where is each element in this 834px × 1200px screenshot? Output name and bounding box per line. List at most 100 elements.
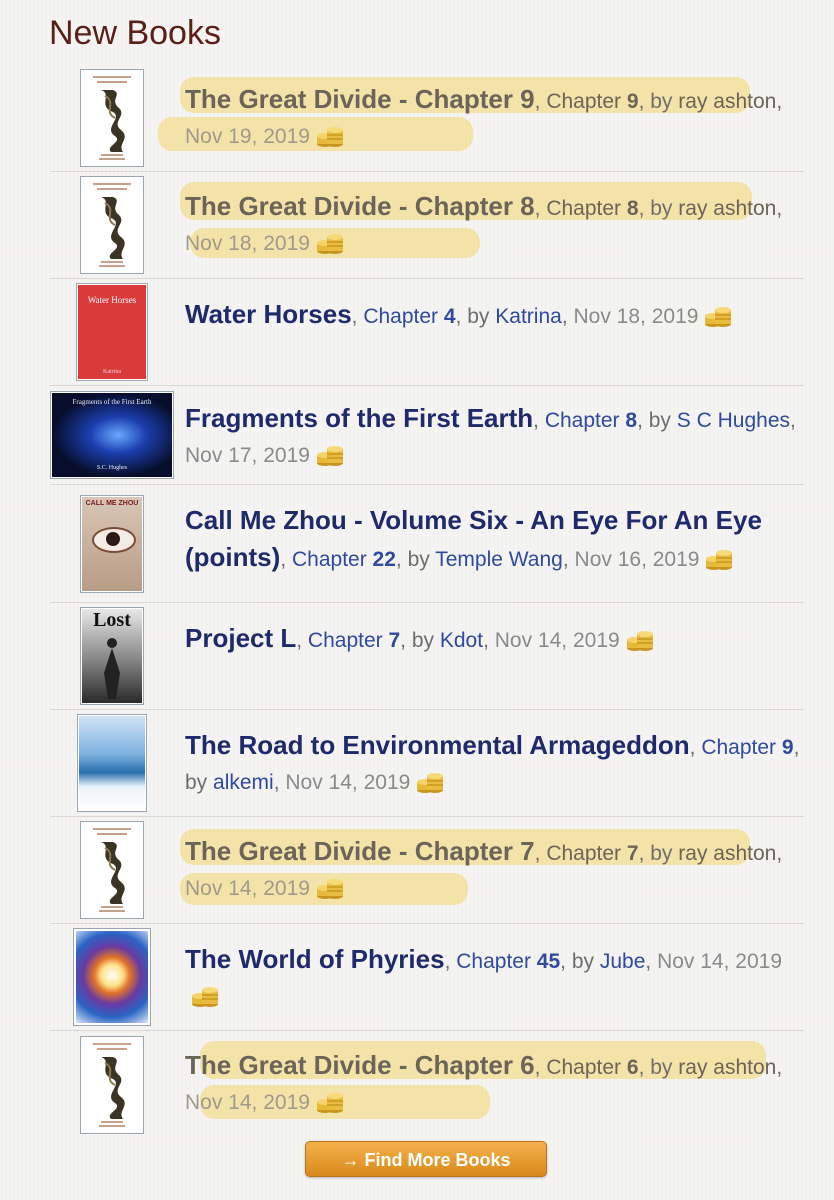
cover-author: Katrina	[103, 369, 121, 375]
gold-coins-icon	[316, 446, 343, 466]
gold-coins-icon	[316, 234, 343, 254]
book-title-link[interactable]: The Great Divide - Chapter 6	[185, 1050, 535, 1080]
gold-coins-icon	[417, 773, 444, 793]
chapter-number[interactable]: 9	[782, 736, 794, 759]
publish-date: Nov 14, 2019	[494, 629, 620, 652]
eye-icon	[92, 526, 136, 553]
page: New Books The Great Divide - Chapter 9, …	[0, 0, 834, 1200]
gold-coins-icon	[705, 307, 732, 327]
book-title-link[interactable]: The Great Divide - Chapter 9	[185, 84, 535, 114]
book-row: The Great Divide - Chapter 9, Chapter 9,…	[50, 65, 804, 172]
chapter-label[interactable]: Chapter	[546, 197, 621, 220]
chapter-label[interactable]: Chapter	[363, 305, 438, 328]
book-row: The Great Divide - Chapter 7, Chapter 7,…	[50, 817, 804, 924]
great-divide-cover-icon	[83, 179, 141, 271]
author-link[interactable]: alkemi	[213, 771, 274, 794]
by-label: by	[467, 305, 490, 328]
great-divide-cover-icon	[83, 824, 141, 916]
book-row: The Great Divide - Chapter 6, Chapter 6,…	[50, 1031, 804, 1138]
gold-coins-icon	[706, 550, 733, 570]
chapter-number[interactable]: 8	[625, 409, 637, 432]
cover-author: S.C. Hughes	[96, 465, 128, 471]
book-row: Lost Project L, Chapter 7, by Kdot, Nov …	[50, 603, 804, 710]
book-cover[interactable]: Lost	[80, 607, 144, 705]
gold-coins-icon	[192, 987, 218, 1007]
chapter-label[interactable]: Chapter	[292, 548, 367, 571]
cover-title: CALL ME ZHOU	[85, 499, 139, 507]
chapter-label[interactable]: Chapter	[546, 842, 621, 865]
chapter-label[interactable]: Chapter	[546, 1056, 621, 1079]
by-label: by	[648, 409, 671, 432]
publish-date: Nov 18, 2019	[573, 305, 699, 328]
chapter-label[interactable]: Chapter	[308, 629, 383, 652]
author-link[interactable]: Temple Wang	[435, 548, 563, 571]
by-label: by	[407, 548, 430, 571]
author-link[interactable]: Katrina	[495, 305, 562, 328]
page-title: New Books	[49, 14, 221, 52]
author-link[interactable]: S C Hughes	[677, 409, 790, 432]
book-title-link[interactable]: The Road to Environmental Armageddon	[185, 730, 690, 760]
chapter-label[interactable]: Chapter	[701, 736, 776, 759]
publish-date: Nov 17, 2019	[185, 444, 310, 467]
chapter-number[interactable]: 7	[627, 842, 639, 865]
by-label: by	[650, 1056, 673, 1079]
chapter-number[interactable]: 8	[627, 197, 639, 220]
find-more-books-button[interactable]: → Find More Books	[305, 1141, 547, 1177]
author-link[interactable]: ray ashton	[678, 842, 776, 865]
by-label: by	[650, 90, 673, 113]
chapter-label[interactable]: Chapter	[546, 90, 621, 113]
chapter-number[interactable]: 6	[627, 1056, 639, 1079]
new-books-list: The Great Divide - Chapter 9, Chapter 9,…	[50, 65, 804, 1138]
by-label: by	[571, 950, 595, 973]
gold-coins-icon	[316, 127, 343, 147]
book-row: The World of Phyries, Chapter 45, by Jub…	[50, 924, 804, 1031]
book-cover[interactable]	[80, 176, 144, 274]
book-title-link[interactable]: The Great Divide - Chapter 7	[185, 836, 535, 866]
chapter-number[interactable]: 22	[373, 548, 396, 571]
book-cover[interactable]	[80, 821, 144, 919]
author-link[interactable]: ray ashton	[678, 1056, 776, 1079]
author-link[interactable]: Kdot	[440, 629, 483, 652]
cover-title: Water Horses	[87, 295, 137, 305]
chapter-number[interactable]: 45	[537, 950, 560, 973]
cover-title: Fragments of the First Earth	[72, 398, 152, 406]
author-link[interactable]: ray ashton	[678, 197, 776, 220]
book-cover[interactable]: CALL ME ZHOU	[80, 494, 144, 593]
gold-coins-icon	[626, 631, 653, 651]
chapter-number[interactable]: 9	[627, 90, 639, 113]
phyries-cover-icon	[76, 931, 148, 1023]
book-title-link[interactable]: The World of Phyries	[185, 944, 445, 974]
book-row: The Road to Environmental Armageddon, Ch…	[50, 710, 804, 817]
book-cover[interactable]	[73, 928, 151, 1026]
book-row: Water Horses Katrina Water Horses, Chapt…	[50, 279, 804, 386]
by-label: by	[650, 197, 673, 220]
book-cover[interactable]	[77, 714, 147, 812]
book-title-link[interactable]: Project L	[185, 623, 296, 653]
book-row: The Great Divide - Chapter 8, Chapter 8,…	[50, 172, 804, 279]
author-link[interactable]: Jube	[600, 950, 646, 973]
great-divide-cover-icon	[83, 72, 141, 164]
book-cover[interactable]: Water Horses Katrina	[76, 283, 148, 381]
author-link[interactable]: ray ashton	[678, 90, 776, 113]
chapter-label[interactable]: Chapter	[456, 950, 531, 973]
publish-date: Nov 14, 2019	[185, 877, 310, 900]
book-title-link[interactable]: The Great Divide - Chapter 8	[185, 191, 535, 221]
book-row: Fragments of the First Earth S.C. Hughes…	[50, 386, 804, 485]
gold-coins-icon	[316, 879, 343, 899]
figure-icon	[104, 638, 120, 699]
publish-date: Nov 14, 2019	[657, 950, 783, 973]
chapter-number[interactable]: 7	[388, 629, 400, 652]
publish-date: Nov 16, 2019	[574, 548, 700, 571]
publish-date: Nov 14, 2019	[285, 771, 411, 794]
book-title-link[interactable]: Fragments of the First Earth	[185, 403, 533, 433]
chapter-number[interactable]: 4	[444, 305, 456, 328]
by-label: by	[411, 629, 435, 652]
publish-date: Nov 14, 2019	[185, 1091, 310, 1114]
book-cover[interactable]	[80, 69, 144, 167]
book-cover[interactable]	[80, 1035, 144, 1134]
book-title-link[interactable]: Water Horses	[185, 299, 352, 329]
chapter-label[interactable]: Chapter	[545, 409, 620, 432]
by-label: by	[650, 842, 673, 865]
book-cover[interactable]: Fragments of the First Earth S.C. Hughes	[50, 391, 174, 479]
publish-date: Nov 19, 2019	[185, 125, 310, 148]
